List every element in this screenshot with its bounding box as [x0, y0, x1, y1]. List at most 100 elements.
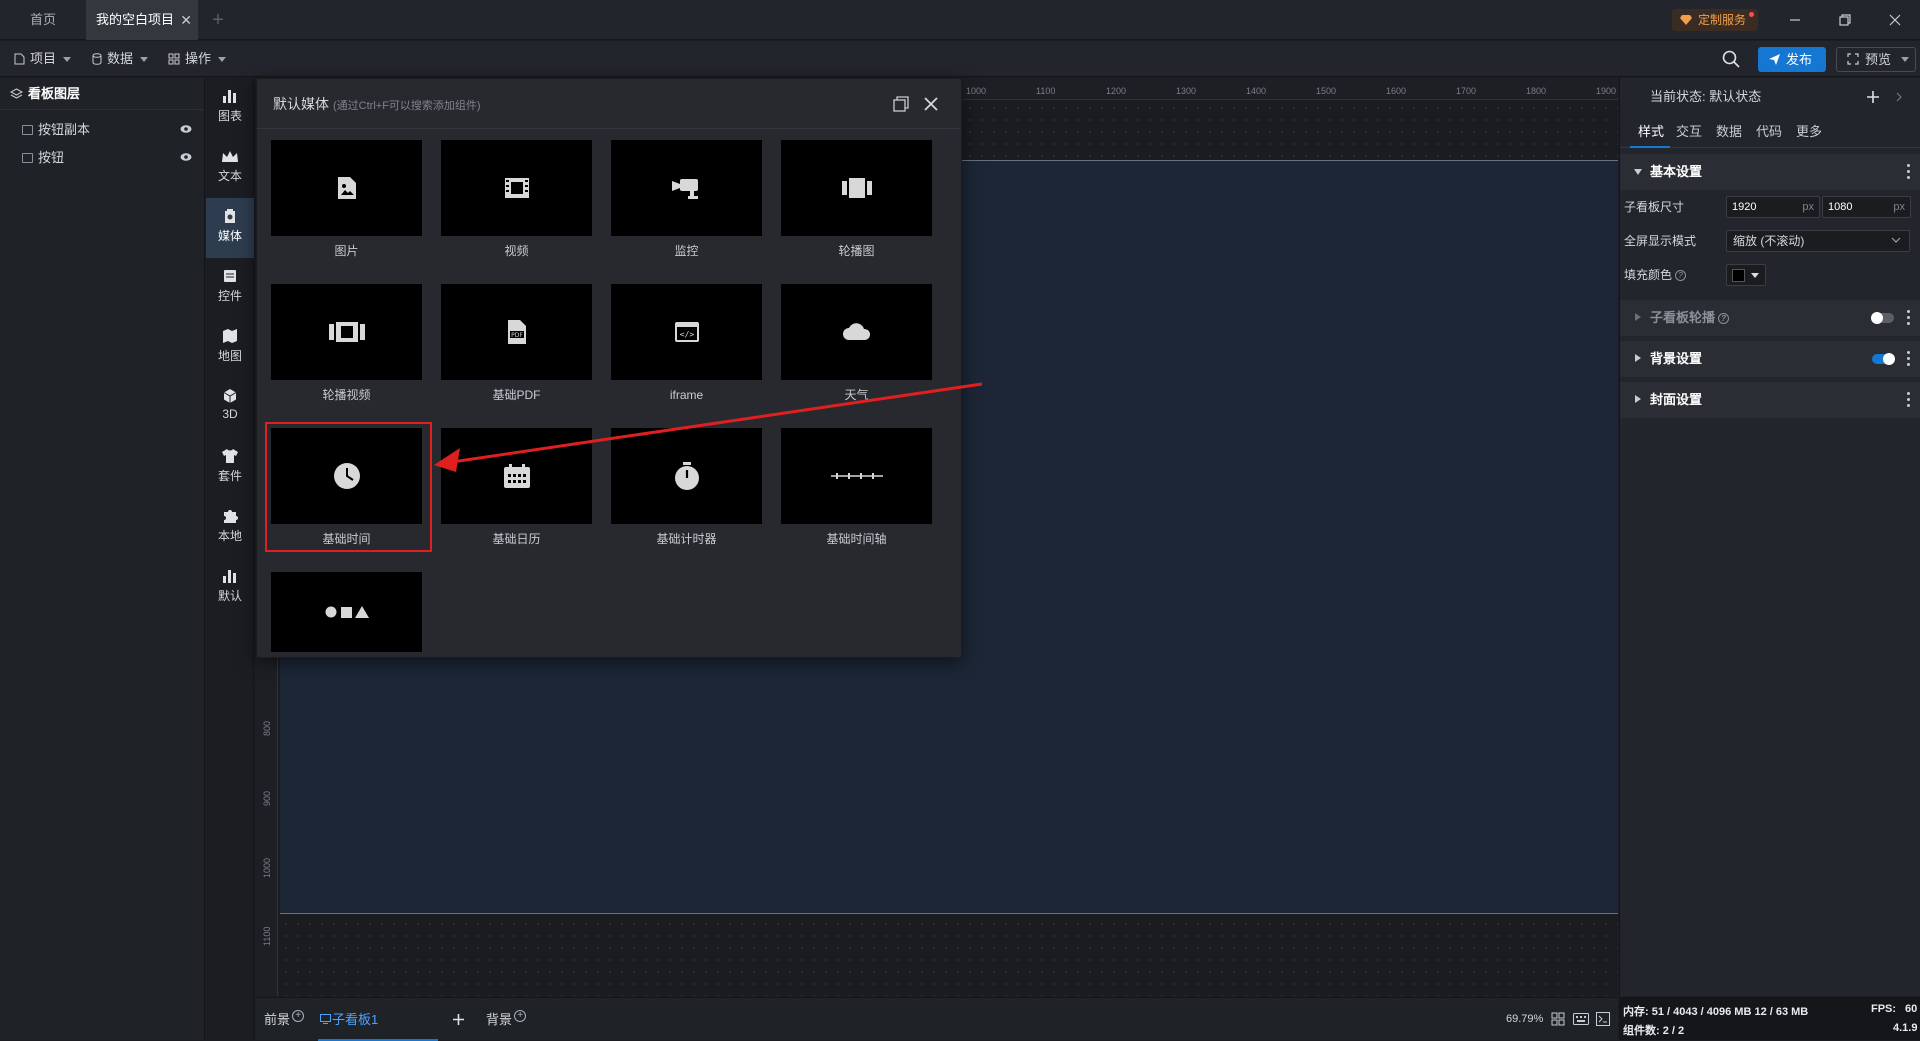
section-background-settings[interactable]: 背景设置	[1620, 341, 1920, 377]
keyboard-icon[interactable]	[1573, 1013, 1589, 1025]
background-toggle[interactable]	[1872, 353, 1895, 365]
maximize-icon[interactable]	[893, 96, 909, 112]
state-row[interactable]: 当前状态: 默认状态	[1620, 78, 1920, 116]
media-item-monitor[interactable]: 监控	[611, 140, 762, 260]
plus-icon	[453, 1014, 464, 1025]
foreground-tab[interactable]: 前景 +	[264, 998, 305, 1041]
layer-item[interactable]: 按钮副本	[0, 116, 204, 144]
more-vertical-icon[interactable]	[1907, 392, 1910, 408]
media-panel-hint: (通过Ctrl+F可以搜索添加组件)	[333, 100, 481, 112]
cctv-camera-icon	[671, 179, 698, 199]
section-sub-board-carousel[interactable]: 子看板轮播?	[1620, 300, 1920, 336]
media-item-label: 轮播视频	[322, 388, 371, 402]
document-icon	[14, 53, 25, 65]
background-tab[interactable]: 背景 +	[486, 998, 527, 1041]
more-vertical-icon[interactable]	[1907, 310, 1910, 326]
media-item-image[interactable]: 图片	[271, 140, 422, 260]
prop-label: 子看板尺寸	[1624, 200, 1685, 214]
help-icon[interactable]: ?	[1718, 313, 1730, 324]
control-icon	[224, 270, 236, 282]
fps-value: 60	[1905, 1003, 1918, 1015]
sidebar-item-local[interactable]: 本地	[206, 498, 254, 558]
width-input[interactable]: 1920 px	[1726, 196, 1820, 218]
tab-more[interactable]: 更多	[1796, 116, 1822, 148]
minimize-button[interactable]	[1772, 0, 1818, 40]
add-state-icon[interactable]	[1866, 90, 1880, 104]
minimize-icon	[1790, 19, 1800, 21]
add-sub-board-button[interactable]	[452, 998, 465, 1041]
sub-board-tab[interactable]: 子看板1	[318, 998, 438, 1041]
sidebar-item-text[interactable]: 文本	[206, 138, 254, 198]
close-icon[interactable]	[923, 96, 939, 112]
tab-style[interactable]: 样式	[1638, 116, 1664, 148]
chevron-right-icon[interactable]	[1896, 92, 1902, 102]
terminal-icon[interactable]	[1596, 1012, 1610, 1026]
sidebar-item-map[interactable]: 地图	[206, 318, 254, 378]
tab-close-icon[interactable]: ✕	[180, 0, 192, 40]
media-item-carousel[interactable]: 轮播图	[781, 140, 932, 260]
bar-chart-icon	[223, 570, 236, 583]
sidebar-item-control[interactable]: 控件	[206, 258, 254, 318]
media-item-video[interactable]: 视频	[441, 140, 592, 260]
shirt-icon	[222, 449, 238, 463]
tab-data[interactable]: 数据	[1716, 116, 1742, 148]
chevron-down-icon	[1891, 237, 1901, 243]
cloud-icon	[842, 323, 870, 340]
sidebar-item-label: 套件	[217, 469, 242, 483]
section-basic-settings[interactable]: 基本设置	[1620, 154, 1920, 190]
menu-data-label: 数据	[107, 51, 134, 66]
layer-panel: 看板图层 按钮副本 按钮	[0, 78, 205, 1040]
sidebar-item-suite[interactable]: 套件	[206, 438, 254, 498]
sidebar-item-default[interactable]: 默认	[206, 558, 254, 618]
section-cover-settings[interactable]: 封面设置	[1620, 382, 1920, 418]
sidebar-item-3d[interactable]: 3D	[206, 378, 254, 438]
custom-service-button[interactable]: 定制服务	[1672, 9, 1758, 31]
sidebar-item-label: 本地	[217, 529, 242, 543]
sidebar-item-chart[interactable]: 图表	[206, 78, 254, 138]
tab-interaction[interactable]: 交互	[1676, 116, 1702, 148]
fill-color-picker[interactable]	[1726, 264, 1766, 286]
layer-panel-header[interactable]: 看板图层	[0, 78, 204, 110]
prop-board-size: 子看板尺寸 1920 px 1080 px	[1620, 190, 1920, 224]
tab-home[interactable]: 首页	[0, 0, 86, 40]
shapes-icon	[325, 606, 369, 618]
caret-down-icon	[1634, 169, 1642, 175]
more-vertical-icon[interactable]	[1907, 351, 1910, 367]
tab-label: 我的空白项目	[95, 12, 174, 27]
sidebar-item-media[interactable]: 媒体	[206, 198, 254, 258]
chevron-down-icon[interactable]	[1901, 57, 1909, 62]
ruler-tick: 900	[262, 790, 272, 806]
zoom-level[interactable]: 69.79%	[1506, 998, 1543, 1041]
film-icon	[504, 178, 529, 198]
carousel-toggle[interactable]	[1871, 312, 1894, 324]
menu-project[interactable]: 项目	[14, 41, 72, 77]
tab-my-project[interactable]: 我的空白项目 ✕	[86, 0, 198, 40]
active-tab-indicator	[1630, 146, 1670, 148]
media-item-shapes[interactable]	[271, 572, 422, 652]
media-icon	[225, 209, 235, 223]
eye-icon[interactable]	[180, 152, 192, 162]
layer-item[interactable]: 按钮	[0, 144, 204, 172]
add-circle-icon[interactable]: +	[292, 1010, 305, 1022]
search-button[interactable]	[1722, 50, 1740, 68]
eye-icon[interactable]	[180, 124, 192, 134]
height-input[interactable]: 1080 px	[1822, 196, 1911, 218]
more-vertical-icon[interactable]	[1907, 164, 1910, 180]
media-item-carousel-video[interactable]: 轮播视频	[271, 284, 422, 404]
layer-item-label: 按钮副本	[38, 122, 91, 137]
fit-screen-icon[interactable]	[1551, 1012, 1565, 1026]
menu-data[interactable]: 数据	[92, 41, 149, 77]
tab-code[interactable]: 代码	[1756, 116, 1782, 148]
new-tab-icon[interactable]: +	[206, 0, 230, 40]
preview-button[interactable]: 预览	[1836, 47, 1916, 72]
restore-button[interactable]	[1822, 0, 1868, 40]
fullscreen-mode-select[interactable]: 缩放 (不滚动)	[1726, 230, 1910, 252]
help-icon[interactable]: ?	[1675, 270, 1687, 281]
publish-button[interactable]: 发布	[1758, 47, 1826, 72]
menu-operation-label: 操作	[185, 51, 212, 66]
media-item-label: 基础计时器	[656, 532, 717, 546]
close-window-button[interactable]	[1872, 0, 1918, 40]
add-circle-icon[interactable]: +	[514, 1010, 527, 1022]
media-item-label: 视频	[504, 244, 529, 258]
menu-operation[interactable]: 操作	[168, 41, 227, 77]
